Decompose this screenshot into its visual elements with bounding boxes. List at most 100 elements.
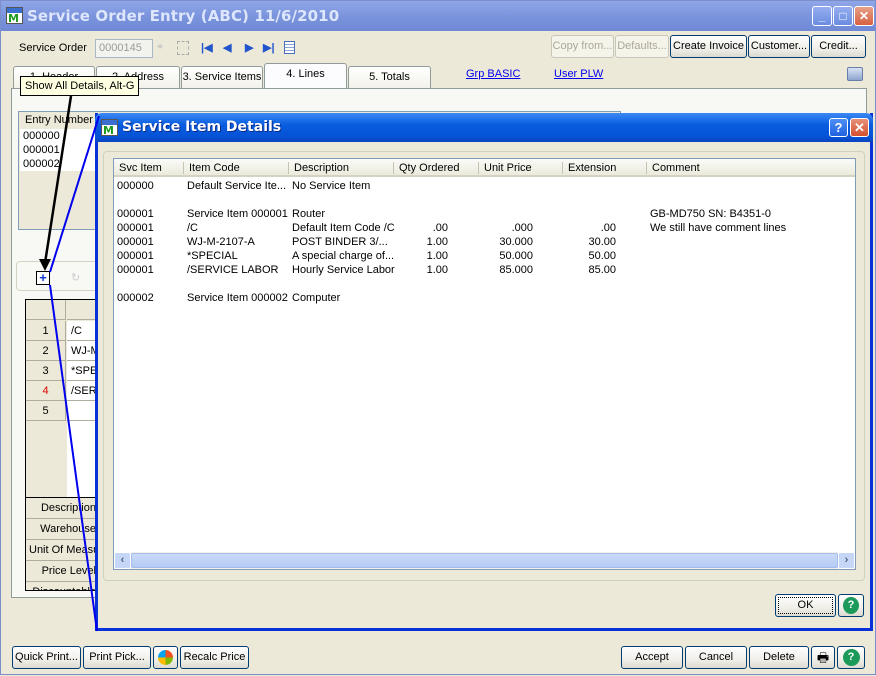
tab-totals[interactable]: 5. Totals (348, 66, 431, 88)
cancel-button[interactable]: Cancel (685, 646, 747, 669)
grid-row-number[interactable]: 3 (26, 361, 66, 381)
help-button[interactable]: ? (837, 646, 865, 669)
windows-logo-button[interactable] (153, 646, 178, 669)
dialog-help-icon-button[interactable]: ? (838, 594, 864, 617)
entry-row[interactable]: 000000 (20, 129, 100, 143)
print-button[interactable]: 🖶 (811, 646, 835, 669)
list-row[interactable]: 000001/C Default Item Code /C .00 .000 .00 We… (114, 221, 855, 235)
grid-row-number-current[interactable]: 4 (26, 381, 66, 401)
service-item-details-dialog: M Service Item Details ? ✕ Svc Item Item… (95, 113, 873, 631)
close-button[interactable]: ✕ (854, 6, 874, 26)
list-row[interactable]: 000001 WJ-M-2107-A POST BINDER 3/... 1.00 30… (114, 235, 855, 249)
dialog-title-bar: M Service Item Details ? ✕ (95, 113, 873, 142)
maximize-icon: □ (839, 9, 847, 23)
dialog-close-button[interactable]: ✕ (850, 118, 869, 137)
print-pick-button[interactable]: Print Pick... (83, 646, 151, 669)
property-label: Description (26, 498, 98, 519)
column-header-extension[interactable]: Extension (563, 159, 647, 177)
cell-svc-item: 000001 (117, 264, 154, 276)
ok-label: OK (778, 597, 833, 614)
grid-row-number[interactable]: 1 (26, 321, 66, 341)
column-header-svc-item[interactable]: Svc Item (114, 159, 184, 177)
list-row[interactable] (114, 193, 855, 207)
column-header-item-code[interactable]: Item Code (184, 159, 289, 177)
new-record-icon[interactable] (177, 41, 189, 55)
credit-button[interactable]: Credit... (811, 35, 866, 58)
column-header-unit-price[interactable]: Unit Price (479, 159, 563, 177)
service-order-field[interactable]: 0000145 (95, 39, 153, 58)
dialog-title: Service Item Details (122, 119, 282, 135)
ok-button[interactable]: OK (775, 594, 836, 617)
delete-button[interactable]: Delete (749, 646, 809, 669)
minimize-button[interactable]: _ (812, 6, 832, 26)
cell-comment (650, 249, 855, 263)
column-header-qty-ordered[interactable]: Qty Ordered (394, 159, 479, 177)
grid-row-number[interactable]: 2 (26, 341, 66, 361)
horizontal-scrollbar[interactable]: ‹ › (114, 552, 855, 569)
column-header-description[interactable]: Description (289, 159, 394, 177)
cell-comment (650, 277, 855, 291)
lines-grid[interactable]: 1 /C 2 WJ-M 3 *SPEC 4 /SERV 5 (25, 299, 100, 499)
expand-all-details-icon[interactable]: + (36, 271, 50, 285)
memo-icon[interactable] (284, 41, 295, 54)
cell-unit-price: 85.000 (499, 264, 533, 276)
dialog-help-button[interactable]: ? (829, 118, 848, 137)
create-invoice-button[interactable]: Create Invoice (670, 35, 747, 58)
cell-description (292, 277, 394, 291)
cell-description: No Service Item (292, 180, 371, 192)
scroll-right-icon[interactable]: › (838, 552, 855, 569)
printer-settings-icon[interactable] (847, 67, 863, 81)
next-record-icon[interactable]: ▶ (245, 41, 253, 54)
entry-row[interactable]: 000001 (20, 143, 100, 157)
scroll-left-icon[interactable]: ‹ (114, 552, 131, 569)
main-title-bar: M Service Order Entry (ABC) 11/6/2010 _ … (1, 1, 875, 31)
cell-description: Default Item Code /C (292, 222, 395, 234)
recalc-price-button[interactable]: Recalc Price (180, 646, 249, 669)
previous-record-icon[interactable]: ◀ (223, 41, 231, 54)
cell-description: Hourly Service Labor (292, 264, 395, 276)
cell-qty: 1.00 (426, 264, 448, 276)
list-row[interactable]: 000001 *SPECIAL A special charge of... 1.00… (114, 249, 855, 263)
list-row[interactable]: 000001 Service Item 000001 Router GB-MD750 … (114, 207, 855, 221)
scrollbar-thumb[interactable] (131, 553, 838, 568)
grid-row-number[interactable]: 5 (26, 401, 66, 421)
cell-qty: 1.00 (426, 250, 448, 262)
cell-item-code (187, 277, 289, 291)
help-icon: ? (842, 649, 860, 666)
cell-extension (563, 207, 616, 221)
property-label: Price Level (26, 561, 98, 582)
first-record-icon[interactable]: |◀ (201, 41, 213, 54)
cell-svc-item: 000001 (117, 222, 154, 234)
property-label: Discountable (26, 582, 98, 590)
cell-comment (650, 193, 855, 207)
user-link[interactable]: User PLW (554, 68, 603, 80)
cell-qty: .00 (432, 222, 448, 234)
tab-lines[interactable]: 4. Lines (264, 63, 347, 89)
service-item-details-list[interactable]: Svc Item Item Code Description Qty Order… (113, 158, 856, 570)
group-link[interactable]: Grp BASIC (466, 68, 520, 80)
lookup-icon[interactable]: ⌖ (157, 41, 169, 55)
entry-row[interactable]: 000002 (20, 157, 100, 171)
maximize-button[interactable]: □ (833, 6, 853, 26)
cell-qty (394, 291, 448, 305)
cell-item-code: Service Item 000001 (187, 208, 288, 220)
cell-svc-item (117, 193, 183, 207)
accept-button[interactable]: Accept (621, 646, 683, 669)
cell-qty: 1.00 (426, 236, 448, 248)
column-header-comment[interactable]: Comment (647, 159, 855, 177)
quick-print-button[interactable]: Quick Print... (12, 646, 81, 669)
list-row[interactable] (114, 277, 855, 291)
customer-button[interactable]: Customer... (748, 35, 810, 58)
last-record-icon[interactable]: ▶| (263, 41, 275, 54)
list-row[interactable]: 000000 Default Service Ite... No Service I… (114, 179, 855, 193)
cell-item-code: Service Item 000002 (187, 292, 288, 304)
tab-service-items[interactable]: 3. Service Items (181, 66, 263, 88)
list-row[interactable]: 000001/SERVICE LABOR Hourly Service Labor… (114, 263, 855, 277)
copy-from-button[interactable]: Copy from... (551, 35, 614, 58)
cell-qty (394, 193, 448, 207)
defaults-button[interactable]: Defaults... (615, 35, 669, 58)
list-row[interactable]: 000002 Service Item 000002 Computer (114, 291, 855, 305)
cell-svc-item: 000001 (117, 208, 154, 220)
cell-description (292, 193, 394, 207)
cell-extension: 50.00 (588, 250, 616, 262)
